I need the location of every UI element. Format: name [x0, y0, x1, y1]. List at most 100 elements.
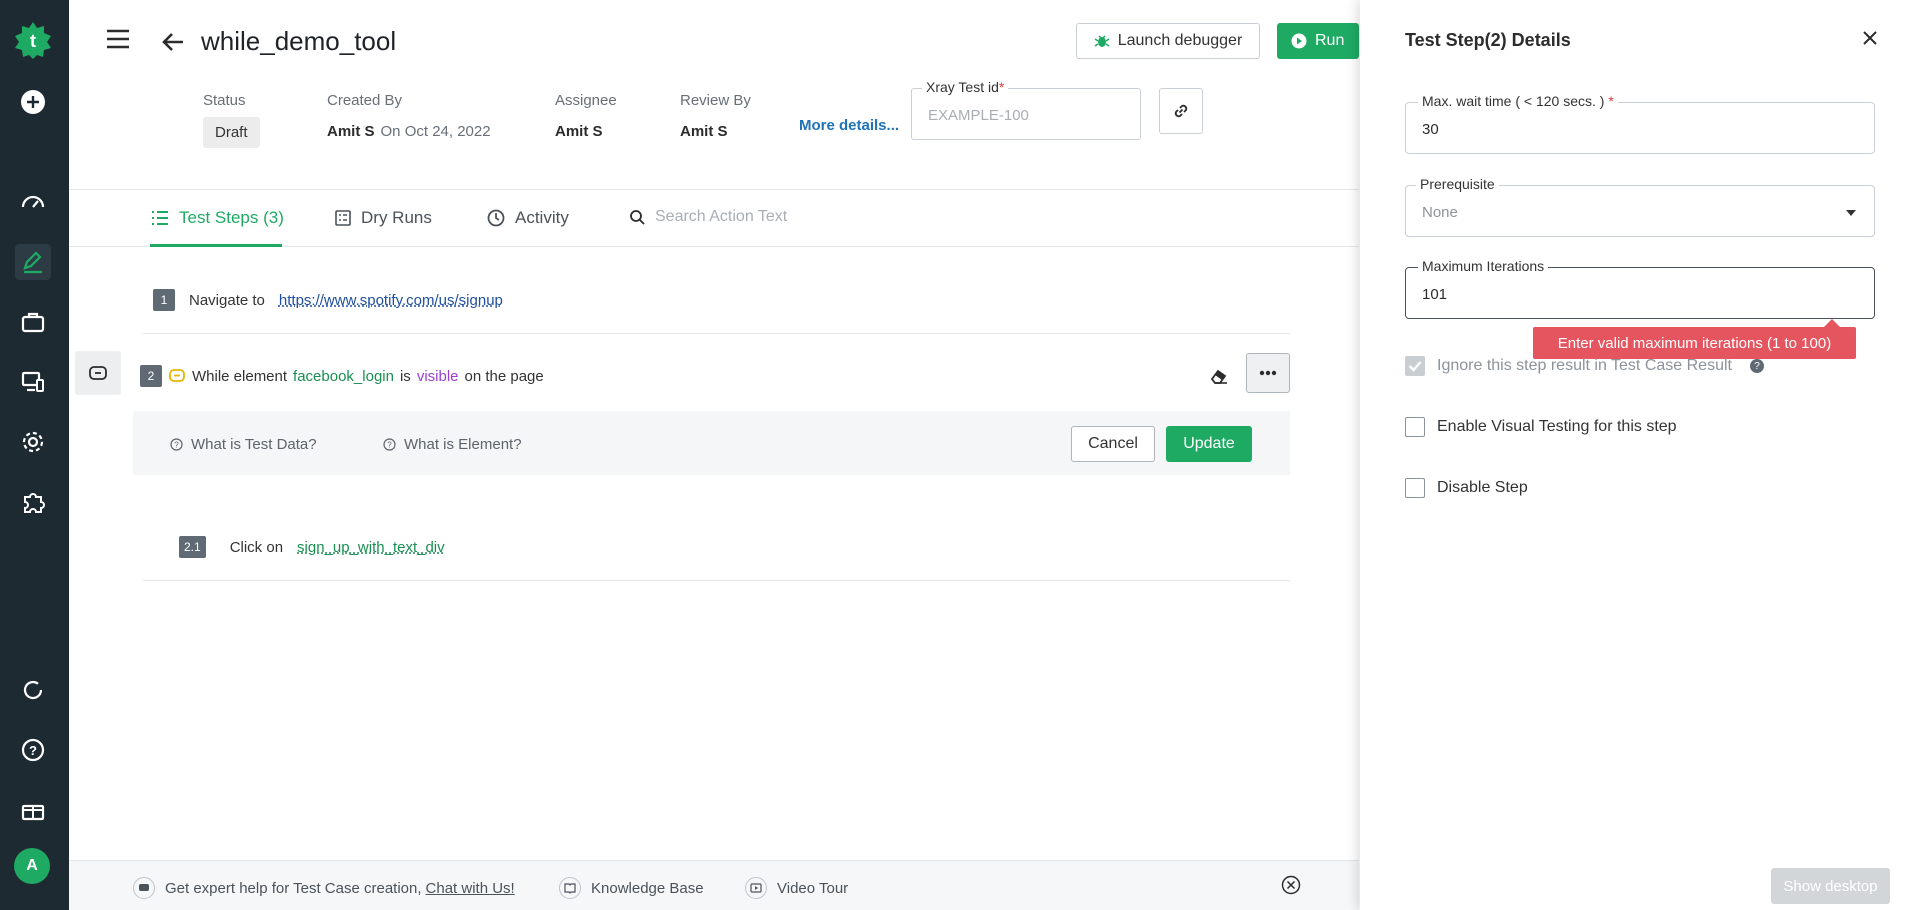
- step-number: 2.1: [179, 536, 206, 558]
- prerequisite-select[interactable]: Prerequisite None: [1405, 176, 1875, 237]
- update-button[interactable]: Update: [1166, 426, 1252, 462]
- briefcase-icon[interactable]: [15, 304, 51, 340]
- link-icon: [1174, 104, 1188, 118]
- refresh-icon[interactable]: [15, 672, 51, 708]
- visual-testing-checkbox[interactable]: Enable Visual Testing for this step: [1405, 417, 1677, 437]
- launch-debugger-label: Launch debugger: [1117, 32, 1243, 49]
- assignee-label: Assignee: [555, 92, 617, 109]
- play-icon: [1291, 33, 1307, 49]
- link-button[interactable]: [1159, 88, 1203, 134]
- active-tab-indicator: [150, 244, 282, 247]
- chat-icon: [133, 877, 155, 899]
- hamburger-menu-icon[interactable]: [105, 28, 131, 55]
- max-wait-time-value: 30: [1422, 121, 1439, 138]
- question-mark-icon[interactable]: ?: [1749, 359, 1764, 373]
- while-prefix: While element: [192, 367, 288, 385]
- xray-test-id-field[interactable]: Xray Test id* EXAMPLE-100: [911, 79, 1141, 140]
- cancel-button[interactable]: Cancel: [1071, 426, 1155, 462]
- more-options-button[interactable]: [1246, 353, 1290, 393]
- user-avatar[interactable]: A: [14, 848, 50, 884]
- run-button[interactable]: Run: [1277, 23, 1359, 59]
- while-loop-icon: [169, 369, 185, 382]
- expert-help: Get expert help for Test Case creation, …: [133, 877, 515, 899]
- tab-dry-runs-label: Dry Runs: [361, 208, 432, 227]
- ignore-result-label: Ignore this step result in Test Case Res…: [1437, 357, 1732, 374]
- svg-text:?: ?: [387, 441, 392, 450]
- knowledge-base-link[interactable]: Knowledge Base: [559, 877, 704, 899]
- disable-step-checkbox[interactable]: Disable Step: [1405, 478, 1528, 498]
- show-desktop-button[interactable]: Show desktop: [1771, 868, 1890, 904]
- what-is-element-link[interactable]: ? What is Element?: [383, 436, 522, 453]
- tab-dry-runs[interactable]: Dry Runs: [335, 208, 432, 228]
- xray-test-id-label: Xray Test id*: [922, 79, 1009, 95]
- settings-gear-icon[interactable]: [15, 424, 51, 460]
- max-wait-time-field[interactable]: Max. wait time ( < 120 secs. ) * 30: [1405, 93, 1875, 154]
- tab-bar: Test Steps (3) Dry Runs Activity Search …: [69, 190, 1359, 247]
- created-by-label: Created By: [327, 92, 403, 109]
- footer-close-icon[interactable]: [1281, 875, 1301, 895]
- step-action-text: Click on: [229, 538, 284, 556]
- devices-icon[interactable]: [15, 364, 51, 400]
- step-number: 1: [153, 289, 175, 311]
- created-by-block: Created By Amit S On Oct 24, 2022: [327, 92, 491, 140]
- xray-test-id-placeholder: EXAMPLE-100: [928, 107, 1029, 124]
- assignee-block: Assignee Amit S: [555, 92, 617, 140]
- left-rail: t ? A: [0, 0, 69, 910]
- iterations-error-tooltip: Enter valid maximum iterations (1 to 100…: [1533, 319, 1856, 359]
- dashboard-icon[interactable]: [15, 184, 51, 220]
- video-tour-label: Video Tour: [777, 879, 849, 897]
- video-tour-link[interactable]: Video Tour: [745, 877, 848, 899]
- back-arrow-icon[interactable]: [161, 30, 185, 59]
- tab-test-steps[interactable]: Test Steps (3): [151, 208, 284, 228]
- tab-activity-label: Activity: [515, 208, 569, 227]
- what-is-test-data-link[interactable]: ? What is Test Data?: [170, 436, 317, 453]
- ellipsis-icon: [1259, 370, 1277, 376]
- expert-help-text: Get expert help for Test Case creation,: [165, 879, 422, 897]
- help-footer: Get expert help for Test Case creation, …: [69, 860, 1359, 910]
- test-step-2[interactable]: 2 While element facebook_login is visibl…: [140, 365, 544, 387]
- launch-debugger-button[interactable]: Launch debugger: [1076, 23, 1260, 59]
- bug-icon: [1094, 35, 1110, 47]
- step-number: 2: [140, 365, 162, 387]
- visual-testing-label: Enable Visual Testing for this step: [1437, 418, 1677, 435]
- book-icon: [559, 877, 581, 899]
- required-star: *: [998, 79, 1005, 95]
- ignore-result-checkbox[interactable]: Ignore this step result in Test Case Res…: [1405, 356, 1764, 376]
- loop-step-icon[interactable]: [75, 351, 121, 395]
- condition-value[interactable]: visible: [417, 368, 459, 385]
- step-action-text: Navigate to: [189, 291, 265, 309]
- knowledge-base-label: Knowledge Base: [591, 879, 704, 897]
- eraser-icon[interactable]: [1210, 368, 1228, 389]
- xray-label-text: Xray Test id: [926, 79, 999, 95]
- more-details-link[interactable]: More details...: [799, 117, 899, 134]
- addons-puzzle-icon[interactable]: [15, 484, 51, 520]
- test-step-2-1[interactable]: 2.1 Click on sign_up_with_text_div: [179, 536, 445, 558]
- gift-icon[interactable]: [15, 792, 51, 828]
- status-label: Status: [203, 92, 246, 109]
- review-by-value: Amit S: [680, 123, 728, 140]
- video-icon: [745, 877, 767, 899]
- checkbox-icon: [1405, 478, 1425, 498]
- maximum-iterations-field[interactable]: Maximum Iterations 101: [1405, 258, 1875, 319]
- chevron-down-icon: [1846, 210, 1856, 216]
- test-step-1[interactable]: 1 Navigate to https://www.spotify.com/us…: [153, 289, 503, 311]
- created-on-date: On Oct 24, 2022: [380, 123, 491, 140]
- close-icon[interactable]: [1860, 28, 1880, 53]
- step-url-link[interactable]: https://www.spotify.com/us/signup: [279, 292, 503, 309]
- add-icon[interactable]: [15, 84, 51, 120]
- test-development-icon[interactable]: [15, 244, 51, 280]
- status-block: Status Draft: [203, 92, 260, 148]
- review-by-block: Review By Amit S: [680, 92, 751, 140]
- tab-activity[interactable]: Activity: [487, 208, 569, 228]
- element-name[interactable]: facebook_login: [293, 368, 394, 385]
- what-is-element-label: What is Element?: [404, 436, 522, 453]
- page-title: while_demo_tool: [201, 26, 397, 56]
- chat-with-us-link[interactable]: Chat with Us!: [426, 880, 515, 897]
- step-element-link[interactable]: sign_up_with_text_div: [297, 539, 445, 556]
- prerequisite-value: None: [1422, 204, 1458, 221]
- help-icon[interactable]: ?: [15, 732, 51, 768]
- required-star: *: [1608, 93, 1614, 109]
- search-action-text-input[interactable]: Search Action Text: [629, 208, 787, 226]
- testsigma-logo-icon[interactable]: t: [13, 20, 53, 60]
- max-wait-time-text: Max. wait time ( < 120 secs. ): [1422, 93, 1605, 109]
